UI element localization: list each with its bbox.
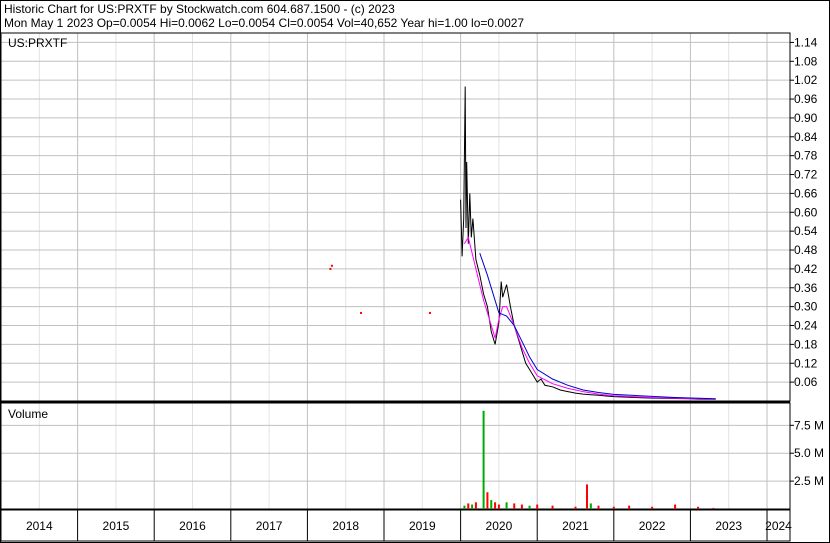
volume-bar bbox=[494, 502, 497, 509]
volume-bar bbox=[536, 504, 539, 509]
year-tick-label: 2021 bbox=[562, 519, 589, 533]
price-layer bbox=[329, 86, 716, 400]
price-tick-label: 0.30 bbox=[794, 300, 818, 314]
price-point bbox=[329, 267, 332, 270]
volume-bar bbox=[589, 503, 592, 509]
price-tick-label: 0.48 bbox=[794, 243, 818, 257]
volume-panel-frame bbox=[0, 402, 791, 510]
price-tick-label: 0.96 bbox=[794, 92, 818, 106]
volume-bar bbox=[463, 505, 466, 509]
year-tick-label: 2023 bbox=[715, 519, 742, 533]
volume-bar bbox=[471, 504, 474, 509]
volume-bar bbox=[528, 505, 531, 509]
price-panel-frame bbox=[0, 32, 791, 402]
price-tick-label: 0.54 bbox=[794, 224, 818, 238]
price-tick-label: 0.60 bbox=[794, 205, 818, 219]
price-tick-label: 1.02 bbox=[794, 73, 818, 87]
year-tick-label: 2014 bbox=[26, 519, 53, 533]
year-tick-label: 2016 bbox=[179, 519, 206, 533]
year-tick-label: 2018 bbox=[332, 519, 359, 533]
price-point bbox=[428, 311, 431, 314]
volume-panel-title: Volume bbox=[8, 407, 48, 421]
price-tick-label: 0.84 bbox=[794, 130, 818, 144]
price-point bbox=[330, 264, 333, 267]
volume-bar bbox=[712, 507, 715, 509]
volume-bar bbox=[628, 505, 631, 509]
volume-bar bbox=[505, 502, 508, 509]
volume-tick-label: 7.5 M bbox=[794, 418, 824, 432]
volume-bar bbox=[486, 492, 489, 509]
outer-frame bbox=[0, 0, 830, 543]
grid-layer bbox=[0, 33, 794, 541]
year-tick-label: 2022 bbox=[639, 519, 666, 533]
year-tick-label: 2017 bbox=[256, 519, 283, 533]
volume-bar bbox=[597, 505, 600, 509]
volume-bar bbox=[520, 504, 523, 509]
volume-bar bbox=[474, 502, 477, 509]
year-tick-label: 2020 bbox=[486, 519, 513, 533]
volume-bar bbox=[490, 500, 493, 509]
ma_short-series-line bbox=[463, 236, 716, 400]
price-tick-label: 0.12 bbox=[794, 356, 818, 370]
price-tick-label: 0.24 bbox=[794, 319, 818, 333]
price-tick-label: 0.72 bbox=[794, 168, 818, 182]
volume-bar bbox=[497, 504, 500, 509]
volume-bar bbox=[574, 506, 577, 509]
year-tick-label: 2015 bbox=[103, 519, 130, 533]
price-tick-label: 1.08 bbox=[794, 54, 818, 68]
year-tick-label: 2019 bbox=[409, 519, 436, 533]
price-tick-label: 0.36 bbox=[794, 281, 818, 295]
volume-tick-label: 2.5 M bbox=[794, 474, 824, 488]
volume-bar bbox=[551, 505, 554, 509]
price-tick-label: 0.66 bbox=[794, 186, 818, 200]
frame-layer bbox=[0, 0, 830, 543]
price-tick-label: 0.06 bbox=[794, 375, 818, 389]
volume-bar bbox=[651, 506, 654, 509]
volume-bar bbox=[513, 503, 516, 509]
stock-chart: 1.14 1.08 1.02 0.96 0.90 0.84 0.78 0.72 0.66 0.60… bbox=[0, 0, 830, 543]
volume-bar bbox=[482, 410, 485, 509]
price-point bbox=[360, 311, 363, 314]
volume-bar bbox=[467, 503, 470, 509]
volume-bar bbox=[674, 504, 677, 509]
volume-bar bbox=[697, 506, 700, 509]
price-tick-label: 0.90 bbox=[794, 111, 818, 125]
price-tick-label: 0.78 bbox=[794, 149, 818, 163]
volume-bar bbox=[612, 506, 615, 509]
volume-bar bbox=[586, 484, 589, 509]
price-tick-label: 0.42 bbox=[794, 262, 818, 276]
year-tick-label: 2024 bbox=[765, 519, 792, 533]
volume-tick-label: 5.0 M bbox=[794, 446, 824, 460]
price-panel-title: US:PRXTF bbox=[8, 36, 67, 50]
price-tick-label: 1.14 bbox=[794, 35, 818, 49]
price-tick-label: 0.18 bbox=[794, 337, 818, 351]
label-layer: 1.14 1.08 1.02 0.96 0.90 0.84 0.78 0.72 0.66 0.60… bbox=[8, 35, 824, 533]
